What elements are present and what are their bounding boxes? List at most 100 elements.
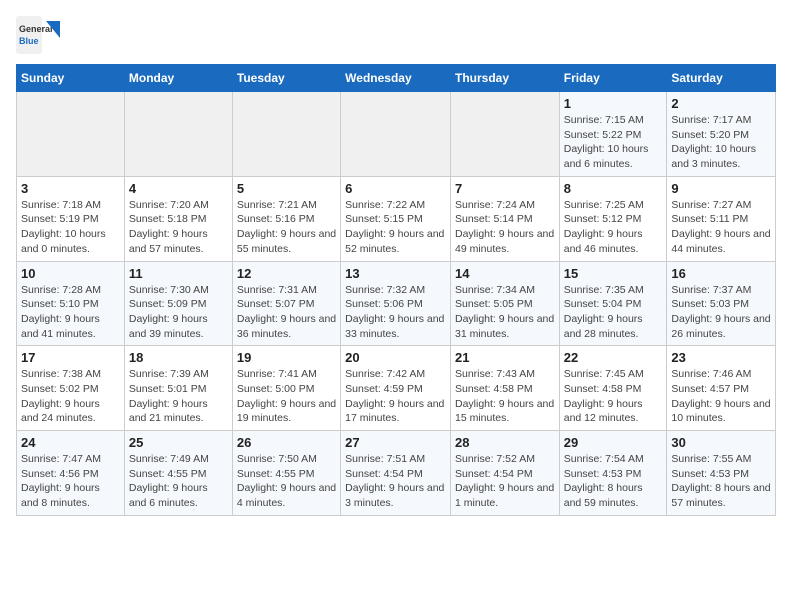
day-cell: 13 Sunrise: 7:32 AM Sunset: 5:06 PM Dayli… <box>341 261 451 346</box>
day-cell: 7Sunrise: 7:24 AM Sunset: 5:14 PM Daylig… <box>450 176 559 261</box>
day-info: Sunrise: 7:50 AM Sunset: 4:55 PM Dayligh… <box>237 452 336 511</box>
day-number: 24 <box>21 435 120 450</box>
day-number: 25 <box>129 435 228 450</box>
day-number: 28 <box>455 435 555 450</box>
day-info: Sunrise: 7:17 AM Sunset: 5:20 PM Dayligh… <box>671 113 771 172</box>
day-info: Sunrise: 7:30 AM Sunset: 5:09 PM Dayligh… <box>129 283 228 342</box>
day-info: Sunrise: 7:51 AM Sunset: 4:54 PM Dayligh… <box>345 452 446 511</box>
day-cell: 17 Sunrise: 7:38 AM Sunset: 5:02 PM Dayli… <box>17 346 125 431</box>
logo-svg: General Blue <box>16 16 66 56</box>
day-number: 19 <box>237 350 336 365</box>
day-cell: 2 Sunrise: 7:17 AM Sunset: 5:20 PM Daylig… <box>667 92 776 177</box>
day-info: Sunrise: 7:28 AM Sunset: 5:10 PM Dayligh… <box>21 283 120 342</box>
day-info: Sunrise: 7:18 AM Sunset: 5:19 PM Dayligh… <box>21 198 120 257</box>
logo: General Blue <box>16 16 66 56</box>
day-cell: 20 Sunrise: 7:42 AM Sunset: 4:59 PM Dayli… <box>341 346 451 431</box>
day-cell: 5Sunrise: 7:21 AM Sunset: 5:16 PM Daylig… <box>232 176 340 261</box>
calendar: SundayMondayTuesdayWednesdayThursdayFrid… <box>16 64 776 516</box>
day-info: Sunrise: 7:32 AM Sunset: 5:06 PM Dayligh… <box>345 283 446 342</box>
day-number: 15 <box>564 266 663 281</box>
weekday-header-wednesday: Wednesday <box>341 65 451 92</box>
day-info: Sunrise: 7:55 AM Sunset: 4:53 PM Dayligh… <box>671 452 771 511</box>
day-cell <box>450 92 559 177</box>
day-info: Sunrise: 7:41 AM Sunset: 5:00 PM Dayligh… <box>237 367 336 426</box>
svg-text:General: General <box>19 24 53 34</box>
day-number: 6 <box>345 181 446 196</box>
weekday-header-row: SundayMondayTuesdayWednesdayThursdayFrid… <box>17 65 776 92</box>
day-info: Sunrise: 7:39 AM Sunset: 5:01 PM Dayligh… <box>129 367 228 426</box>
day-number: 26 <box>237 435 336 450</box>
day-info: Sunrise: 7:20 AM Sunset: 5:18 PM Dayligh… <box>129 198 228 257</box>
day-number: 23 <box>671 350 771 365</box>
day-cell: 29Sunrise: 7:54 AM Sunset: 4:53 PM Dayli… <box>559 431 667 516</box>
day-info: Sunrise: 7:38 AM Sunset: 5:02 PM Dayligh… <box>21 367 120 426</box>
day-cell <box>232 92 340 177</box>
day-cell <box>124 92 232 177</box>
day-number: 30 <box>671 435 771 450</box>
day-cell: 22 Sunrise: 7:45 AM Sunset: 4:58 PM Dayli… <box>559 346 667 431</box>
day-info: Sunrise: 7:15 AM Sunset: 5:22 PM Dayligh… <box>564 113 663 172</box>
day-cell <box>341 92 451 177</box>
day-info: Sunrise: 7:46 AM Sunset: 4:57 PM Dayligh… <box>671 367 771 426</box>
day-cell: 4 Sunrise: 7:20 AM Sunset: 5:18 PM Daylig… <box>124 176 232 261</box>
weekday-header-saturday: Saturday <box>667 65 776 92</box>
day-number: 29 <box>564 435 663 450</box>
day-info: Sunrise: 7:45 AM Sunset: 4:58 PM Dayligh… <box>564 367 663 426</box>
day-number: 4 <box>129 181 228 196</box>
day-number: 16 <box>671 266 771 281</box>
day-cell: 28 Sunrise: 7:52 AM Sunset: 4:54 PM Dayli… <box>450 431 559 516</box>
day-cell: 26 Sunrise: 7:50 AM Sunset: 4:55 PM Dayli… <box>232 431 340 516</box>
weekday-header-tuesday: Tuesday <box>232 65 340 92</box>
day-number: 12 <box>237 266 336 281</box>
day-number: 20 <box>345 350 446 365</box>
day-cell: 19 Sunrise: 7:41 AM Sunset: 5:00 PM Dayli… <box>232 346 340 431</box>
day-cell: 9 Sunrise: 7:27 AM Sunset: 5:11 PM Daylig… <box>667 176 776 261</box>
day-number: 9 <box>671 181 771 196</box>
header: General Blue <box>16 16 776 56</box>
day-cell: 8Sunrise: 7:25 AM Sunset: 5:12 PM Daylig… <box>559 176 667 261</box>
day-number: 7 <box>455 181 555 196</box>
day-cell: 15 Sunrise: 7:35 AM Sunset: 5:04 PM Dayli… <box>559 261 667 346</box>
day-number: 17 <box>21 350 120 365</box>
day-number: 21 <box>455 350 555 365</box>
day-cell: 12 Sunrise: 7:31 AM Sunset: 5:07 PM Dayli… <box>232 261 340 346</box>
day-number: 11 <box>129 266 228 281</box>
day-number: 1 <box>564 96 663 111</box>
day-number: 10 <box>21 266 120 281</box>
day-cell: 24Sunrise: 7:47 AM Sunset: 4:56 PM Dayli… <box>17 431 125 516</box>
day-number: 8 <box>564 181 663 196</box>
week-row-4: 17 Sunrise: 7:38 AM Sunset: 5:02 PM Dayli… <box>17 346 776 431</box>
day-cell: 14 Sunrise: 7:34 AM Sunset: 5:05 PM Dayli… <box>450 261 559 346</box>
day-info: Sunrise: 7:21 AM Sunset: 5:16 PM Dayligh… <box>237 198 336 257</box>
day-number: 2 <box>671 96 771 111</box>
day-cell: 10 Sunrise: 7:28 AM Sunset: 5:10 PM Dayli… <box>17 261 125 346</box>
day-info: Sunrise: 7:27 AM Sunset: 5:11 PM Dayligh… <box>671 198 771 257</box>
week-row-3: 10 Sunrise: 7:28 AM Sunset: 5:10 PM Dayli… <box>17 261 776 346</box>
day-cell: 21Sunrise: 7:43 AM Sunset: 4:58 PM Dayli… <box>450 346 559 431</box>
day-number: 3 <box>21 181 120 196</box>
day-info: Sunrise: 7:34 AM Sunset: 5:05 PM Dayligh… <box>455 283 555 342</box>
day-info: Sunrise: 7:31 AM Sunset: 5:07 PM Dayligh… <box>237 283 336 342</box>
day-number: 14 <box>455 266 555 281</box>
day-info: Sunrise: 7:35 AM Sunset: 5:04 PM Dayligh… <box>564 283 663 342</box>
day-cell <box>17 92 125 177</box>
day-cell: 3 Sunrise: 7:18 AM Sunset: 5:19 PM Daylig… <box>17 176 125 261</box>
day-cell: 11 Sunrise: 7:30 AM Sunset: 5:09 PM Dayli… <box>124 261 232 346</box>
day-cell: 30 Sunrise: 7:55 AM Sunset: 4:53 PM Dayli… <box>667 431 776 516</box>
weekday-header-friday: Friday <box>559 65 667 92</box>
day-info: Sunrise: 7:22 AM Sunset: 5:15 PM Dayligh… <box>345 198 446 257</box>
week-row-2: 3 Sunrise: 7:18 AM Sunset: 5:19 PM Daylig… <box>17 176 776 261</box>
day-cell: 23 Sunrise: 7:46 AM Sunset: 4:57 PM Dayli… <box>667 346 776 431</box>
svg-text:Blue: Blue <box>19 36 39 46</box>
weekday-header-monday: Monday <box>124 65 232 92</box>
weekday-header-thursday: Thursday <box>450 65 559 92</box>
day-cell: 1 Sunrise: 7:15 AM Sunset: 5:22 PM Daylig… <box>559 92 667 177</box>
day-info: Sunrise: 7:52 AM Sunset: 4:54 PM Dayligh… <box>455 452 555 511</box>
day-info: Sunrise: 7:37 AM Sunset: 5:03 PM Dayligh… <box>671 283 771 342</box>
weekday-header-sunday: Sunday <box>17 65 125 92</box>
day-info: Sunrise: 7:49 AM Sunset: 4:55 PM Dayligh… <box>129 452 228 511</box>
day-number: 22 <box>564 350 663 365</box>
day-number: 18 <box>129 350 228 365</box>
day-info: Sunrise: 7:42 AM Sunset: 4:59 PM Dayligh… <box>345 367 446 426</box>
day-number: 13 <box>345 266 446 281</box>
